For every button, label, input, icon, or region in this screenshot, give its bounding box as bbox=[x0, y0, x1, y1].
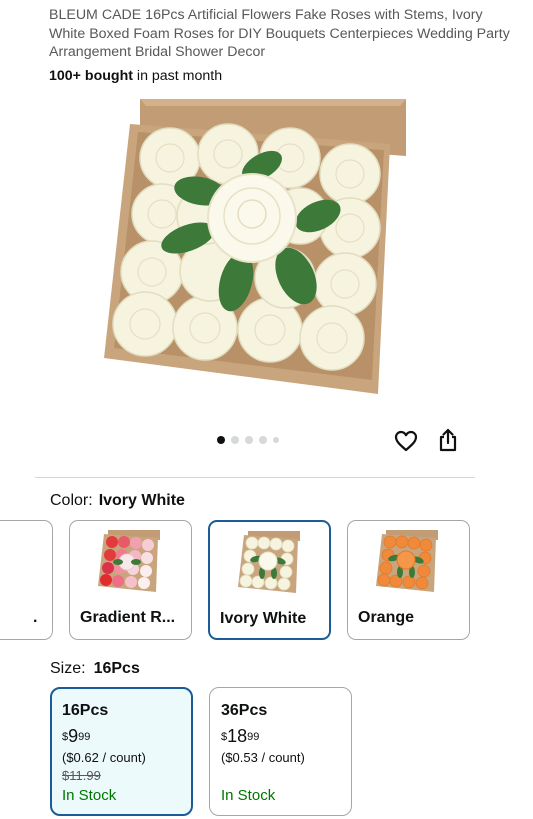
color-selected-value: Ivory White bbox=[98, 492, 185, 509]
size-option-stock: In Stock bbox=[221, 787, 276, 804]
size-option-list-price: $11.99 bbox=[62, 768, 101, 783]
color-option-label: Ivory White bbox=[220, 610, 307, 627]
color-option-thumbnail bbox=[238, 531, 300, 593]
price-whole: 9 bbox=[68, 726, 79, 746]
size-option-name: 16Pcs bbox=[62, 702, 109, 719]
price-whole: 18 bbox=[227, 726, 248, 746]
size-option-36pcs[interactable]: 36Pcs $1899 ($0.53 / count) In Stock bbox=[209, 687, 352, 816]
color-option-thumbnail bbox=[376, 530, 438, 592]
size-option-unit-price: ($0.62 / count) bbox=[62, 750, 146, 765]
color-option-label: Gradient R... bbox=[80, 609, 176, 626]
bought-count: 100+ bought in past month bbox=[49, 68, 222, 84]
price-currency: $ bbox=[62, 731, 69, 743]
gallery-dot[interactable] bbox=[245, 436, 253, 444]
color-option-ivory-white[interactable]: Ivory White bbox=[208, 520, 331, 640]
gallery-dot[interactable] bbox=[259, 436, 267, 444]
size-selector-header: Size: 16Pcs bbox=[50, 660, 140, 678]
product-title: BLEUM CADE 16Pcs Artificial Flowers Fake… bbox=[49, 7, 510, 60]
price-fraction: 99 bbox=[247, 731, 260, 743]
color-selector-header: Color: Ivory White bbox=[50, 492, 185, 510]
bought-count-rest: in past month bbox=[132, 68, 223, 84]
size-option-16pcs[interactable]: 16Pcs $999 ($0.62 / count) $11.99 In Sto… bbox=[50, 687, 193, 816]
size-option-name: 36Pcs bbox=[221, 702, 268, 719]
size-option-price: $999 bbox=[62, 726, 191, 746]
size-selected-value: 16Pcs bbox=[93, 660, 140, 677]
heart-icon[interactable] bbox=[394, 429, 418, 453]
size-option-unit-price: ($0.53 / count) bbox=[221, 750, 305, 765]
gallery-dot[interactable] bbox=[231, 436, 239, 444]
price-fraction: 99 bbox=[78, 731, 91, 743]
color-option-gradient[interactable]: Gradient R... bbox=[69, 520, 192, 640]
color-label: Color: bbox=[50, 492, 93, 509]
gallery-dot[interactable] bbox=[273, 437, 279, 443]
section-divider bbox=[35, 477, 475, 478]
size-option-stock: In Stock bbox=[62, 787, 117, 804]
gallery-dots[interactable] bbox=[217, 436, 279, 444]
color-option-orange[interactable]: Orange bbox=[347, 520, 470, 640]
color-option-label: Orange bbox=[358, 609, 415, 626]
share-icon[interactable] bbox=[437, 428, 459, 452]
product-image[interactable] bbox=[100, 96, 410, 396]
color-option-thumbnail bbox=[98, 530, 160, 592]
price-currency: $ bbox=[221, 731, 228, 743]
gallery-dot[interactable] bbox=[217, 436, 225, 444]
bought-count-bold: 100+ bought bbox=[49, 68, 133, 84]
size-option-price: $1899 bbox=[221, 726, 351, 746]
size-label: Size: bbox=[50, 660, 86, 677]
color-option-partial[interactable]: . bbox=[0, 520, 53, 640]
color-option-label: . bbox=[33, 609, 38, 626]
